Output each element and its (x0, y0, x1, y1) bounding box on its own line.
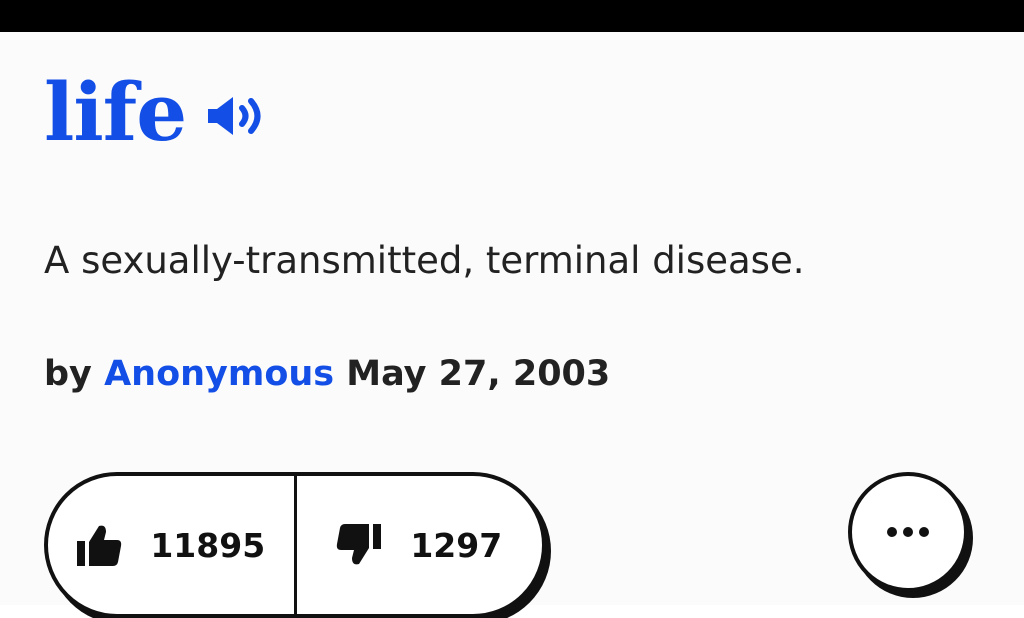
thumbs-down-icon (337, 524, 382, 565)
definition-date: May 27, 2003 (346, 354, 611, 394)
title-row: life (44, 72, 268, 152)
thumbs-up-icon (77, 525, 122, 566)
downvote-count: 1297 (410, 525, 503, 565)
more-options-button[interactable] (848, 472, 968, 592)
top-bar (0, 0, 1024, 32)
upvote-button[interactable]: 11895 (48, 476, 294, 614)
upvote-count: 11895 (150, 525, 266, 565)
speaker-icon[interactable] (206, 94, 268, 138)
vote-group: 11895 1297 (44, 472, 546, 618)
author-link[interactable]: Anonymous (104, 354, 334, 394)
byline-prefix: by (44, 354, 92, 394)
downvote-button[interactable]: 1297 (293, 476, 543, 614)
word-title[interactable]: life (44, 72, 187, 152)
contributor-line: by Anonymous May 27, 2003 (44, 350, 610, 398)
more-options-icon (887, 527, 929, 537)
definition-card: life A sexually-transmitted, terminal di… (0, 32, 1024, 618)
definition-meaning: A sexually-transmitted, terminal disease… (44, 239, 805, 282)
